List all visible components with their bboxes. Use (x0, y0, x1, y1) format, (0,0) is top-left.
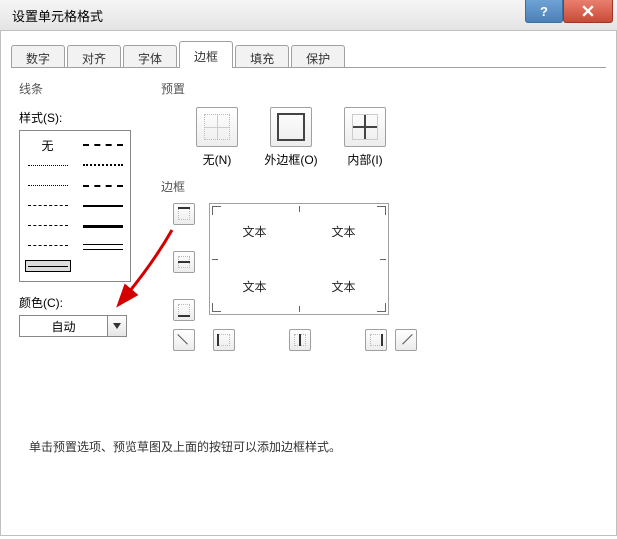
preview-cell: 文本 (331, 223, 355, 240)
tick-mark (299, 306, 300, 312)
tick-mark (212, 259, 218, 260)
tab-border[interactable]: 边框 (179, 41, 233, 68)
tab-align[interactable]: 对齐 (67, 45, 121, 67)
preset-none-label: 无(N) (203, 151, 232, 168)
tab-number[interactable]: 数字 (11, 45, 65, 67)
preset-none-icon (204, 114, 230, 140)
line-style-dashdot[interactable] (26, 220, 70, 230)
line-style-solid-med[interactable] (81, 201, 125, 211)
border-group: 边框 (161, 178, 421, 353)
border-preview[interactable]: 文本 文本 文本 文本 (209, 203, 389, 315)
border-group-title: 边框 (161, 178, 421, 195)
border-hmid-button[interactable] (173, 251, 195, 273)
line-style-dashdot-med[interactable] (81, 140, 125, 150)
line-style-blank[interactable] (81, 262, 125, 272)
border-diag-up-button[interactable] (395, 329, 417, 351)
dropdown-arrow-icon (107, 316, 126, 336)
help-button[interactable]: ? (525, 0, 563, 23)
format-cells-dialog: 设置单元格格式 ? 数字 对齐 字体 边框 填充 保护 线条 样式(S): (0, 0, 617, 539)
border-layout: 文本 文本 文本 文本 (173, 203, 413, 353)
border-diag-down-icon (178, 334, 190, 346)
preset-inside-icon (352, 114, 378, 140)
preset-inside-label: 内部(I) (347, 151, 382, 168)
line-group: 线条 样式(S): 无 (19, 80, 149, 337)
line-color-value: 自动 (20, 318, 107, 335)
preview-cell: 文本 (242, 223, 266, 240)
corner-mark (212, 206, 221, 215)
line-color-select[interactable]: 自动 (19, 315, 127, 337)
border-diag-up-icon (400, 334, 412, 346)
preview-cell: 文本 (242, 278, 266, 295)
tab-font[interactable]: 字体 (123, 45, 177, 67)
border-right-icon (370, 334, 382, 346)
close-icon (582, 5, 594, 17)
preview-cell: 文本 (331, 278, 355, 295)
line-style-list[interactable]: 无 (19, 130, 131, 282)
line-style-none[interactable]: 无 (26, 140, 70, 150)
corner-mark (377, 206, 386, 215)
line-style-dash-thin[interactable] (26, 200, 70, 210)
line-style-dashdotdot-med[interactable] (81, 160, 125, 170)
close-button[interactable] (563, 0, 613, 23)
preset-inside: 内部(I) (337, 107, 393, 168)
preset-group-title: 预置 (161, 80, 393, 97)
preset-group: 预置 无(N) 外边框(O) 内部(I) (161, 80, 393, 168)
preset-outline: 外边框(O) (263, 107, 319, 168)
line-style-dotted[interactable] (26, 180, 70, 190)
preset-outline-label: 外边框(O) (264, 151, 317, 168)
preset-outline-icon (277, 113, 305, 141)
tab-strip: 数字 对齐 字体 边框 填充 保护 (11, 41, 606, 68)
line-group-title: 线条 (19, 80, 149, 97)
line-style-dash[interactable] (26, 240, 70, 250)
line-style-dotted-thin[interactable] (26, 160, 70, 170)
line-style-solid-thick[interactable] (81, 221, 125, 231)
border-right-button[interactable] (365, 329, 387, 351)
preset-inside-button[interactable] (344, 107, 386, 147)
tab-protect[interactable]: 保护 (291, 45, 345, 67)
dialog-body: 数字 对齐 字体 边框 填充 保护 线条 样式(S): 无 (0, 31, 617, 536)
preset-outline-button[interactable] (270, 107, 312, 147)
border-left-button[interactable] (213, 329, 235, 351)
titlebar: 设置单元格格式 ? (0, 0, 617, 31)
preset-none: 无(N) (189, 107, 245, 168)
preset-none-button[interactable] (196, 107, 238, 147)
border-left-icon (218, 334, 230, 346)
border-diag-down-button[interactable] (173, 329, 195, 351)
border-vmid-button[interactable] (289, 329, 311, 351)
border-top-button[interactable] (173, 203, 195, 225)
corner-mark (212, 303, 221, 312)
tick-mark (299, 206, 300, 212)
window-title: 设置单元格格式 (12, 6, 103, 25)
corner-mark (377, 303, 386, 312)
border-hmid-icon (178, 256, 190, 268)
titlebar-buttons: ? (525, 0, 613, 23)
line-style-dash-med[interactable] (81, 181, 125, 191)
border-bottom-button[interactable] (173, 299, 195, 321)
border-top-icon (178, 208, 190, 220)
line-style-thin-solid[interactable] (25, 260, 71, 272)
hint-text: 单击预置选项、预览草图及上面的按钮可以添加边框样式。 (29, 438, 341, 455)
line-style-double[interactable] (81, 242, 125, 252)
line-style-label: 样式(S): (19, 109, 149, 126)
border-vmid-icon (294, 334, 306, 346)
line-color-label: 颜色(C): (19, 294, 149, 311)
tab-fill[interactable]: 填充 (235, 45, 289, 67)
tick-mark (380, 259, 386, 260)
border-bottom-icon (178, 304, 190, 316)
